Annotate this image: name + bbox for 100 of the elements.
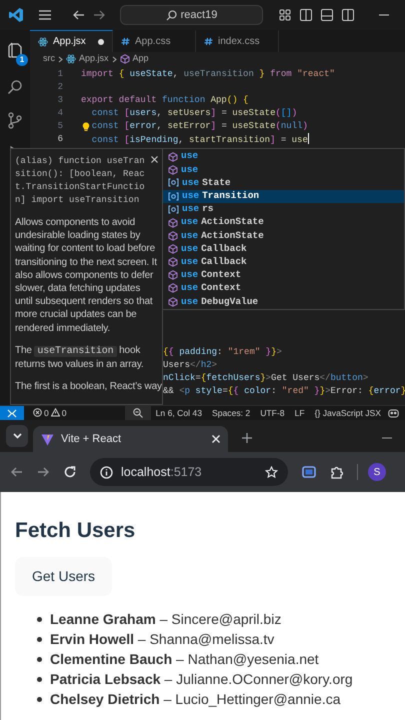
suggestion-item[interactable]: use Callback [163, 256, 404, 269]
suggestion-item[interactable]: use ActionState [163, 216, 404, 230]
bullet-icon [37, 676, 42, 682]
atom-icon [38, 36, 48, 46]
editor-tab[interactable]: index.css [196, 30, 279, 52]
suggestion-item[interactable]: use Context [163, 282, 404, 296]
files-icon[interactable] [7, 41, 23, 58]
reload-icon[interactable] [64, 466, 76, 478]
line-number: 2 [56, 81, 64, 94]
cube-icon [168, 218, 178, 228]
warning-count: 0 [62, 406, 67, 420]
line-number: 3 [56, 94, 64, 107]
indentation-status[interactable]: Spaces: 2 [206, 406, 256, 420]
line-number: 5 [56, 120, 64, 133]
zoom-icon [132, 408, 143, 418]
close-icon[interactable] [151, 156, 158, 163]
cube-icon [120, 54, 130, 64]
lightbulb-icon[interactable] [82, 122, 90, 132]
forward-arrow-icon[interactable] [93, 9, 106, 21]
line-ending-status[interactable]: LF [290, 406, 310, 420]
error-icon [33, 408, 42, 418]
address-bar[interactable]: localhost:5173 [90, 458, 288, 486]
user-entry: Clementine Bauch – Nathan@yesenia.net [50, 650, 319, 669]
suggestion-item[interactable]: use State [163, 176, 404, 190]
code-line: const [isPending, startTransition] = use [92, 133, 309, 146]
suggestion-item[interactable]: use ActionState [163, 229, 404, 242]
suggestion-item[interactable]: use DebugValue [163, 295, 404, 308]
variable-icon [168, 178, 179, 188]
user-entry: Ervin Howell – Shanna@melissa.tv [50, 630, 274, 649]
chevron-icon [58, 56, 63, 62]
suggestion-item[interactable]: use [163, 150, 404, 164]
warning-icon [50, 408, 60, 418]
side-panel-icon[interactable] [342, 9, 354, 21]
editor-tab[interactable]: App.jsx [30, 30, 113, 52]
code-line: export default function App() { [81, 94, 248, 107]
line-number: 4 [56, 107, 64, 120]
bottom-panel-icon[interactable] [321, 9, 333, 21]
get-users-button[interactable]: Get Users [15, 557, 112, 596]
code-line: nClick={fetchUsers}>Get Users</button> [163, 372, 368, 385]
source-control-icon[interactable] [7, 112, 23, 129]
breadcrumb-item[interactable]: src [43, 52, 55, 66]
doc-paragraph: The useTransition hook returns two values in an array. [15, 344, 145, 372]
zoom-button[interactable] [124, 406, 151, 420]
triangle-logo-icon [41, 432, 54, 446]
cube-icon [168, 283, 178, 294]
line-number: 1 [56, 68, 64, 81]
info-icon[interactable] [100, 466, 113, 478]
code-line: import { useState, useTransition } from "react" [81, 68, 335, 81]
doc-paragraph: Allows components to avoid undesirable loading states by waiting for content to load before transitioning to the next screen. It also allows components to defer slower, data fetching updates until subsequent renders so that more crucial updates can be rendered immediately. [15, 216, 158, 335]
encoding-status[interactable]: UTF-8 [255, 406, 290, 420]
code-line: const [users, setUsers] = useState([]) [92, 107, 298, 120]
menu-icon[interactable] [38, 9, 52, 21]
function-signature: (alias) function useTransition(): [boolean, React.TransitionStartFunction] import useTransition [15, 155, 145, 207]
sidebar-panel-icon[interactable] [300, 9, 312, 21]
puzzle-icon[interactable] [330, 466, 343, 478]
cube-icon [168, 270, 178, 280]
window-icon[interactable] [302, 466, 316, 478]
remote-button[interactable] [0, 406, 24, 420]
search-icon [166, 10, 177, 20]
forward-arrow-icon[interactable] [37, 466, 50, 478]
code-line: && <p style={{ color: "red" }}>Error: {error} [163, 385, 405, 398]
minimize-icon[interactable] [379, 14, 389, 16]
tab-search-button[interactable] [6, 425, 28, 447]
cube-icon [168, 230, 178, 241]
search-field[interactable]: react19 [120, 5, 263, 25]
suggestion-item[interactable]: use Transition [163, 190, 404, 203]
close-icon[interactable] [212, 435, 220, 443]
browser-tab[interactable]: Vite + React [33, 426, 228, 452]
unsaved-dot-icon [98, 38, 104, 44]
line-number: 6 [56, 133, 64, 146]
bullet-icon [37, 696, 42, 702]
profile-avatar[interactable]: S [368, 463, 386, 481]
minimize-icon[interactable] [382, 437, 392, 439]
new-tab-icon[interactable] [242, 433, 252, 443]
cube-icon [168, 152, 178, 162]
suggestion-item[interactable]: use Context [163, 268, 404, 282]
code-line: const [error, setError] = useState(null) [92, 120, 308, 133]
bullet-icon [37, 616, 42, 622]
atom-icon [66, 54, 76, 64]
variable-icon [168, 204, 179, 214]
breadcrumb-item[interactable]: App [132, 52, 149, 66]
language-status[interactable]: {} JavaScript JSX [310, 406, 386, 420]
cursor-position[interactable]: Ln 6, Col 43 [150, 406, 207, 420]
suggestion-item[interactable]: use [163, 163, 404, 176]
suggestion-item[interactable]: use rs [163, 202, 404, 216]
goggles-icon[interactable] [388, 408, 399, 418]
cube-icon [168, 244, 178, 254]
editor-tab[interactable]: App.css [113, 30, 196, 52]
breadcrumb-item[interactable]: App.jsx [79, 52, 109, 66]
problems-status[interactable]: 0 0 [28, 406, 72, 420]
back-arrow-icon[interactable] [72, 9, 85, 21]
star-icon[interactable] [265, 466, 278, 478]
url-text: localhost:5173 [121, 464, 202, 481]
layout-icon[interactable] [279, 9, 291, 21]
user-entry: Patricia Lebsack – Julianne.OConner@kory.org [50, 670, 353, 689]
search-icon[interactable] [7, 79, 23, 95]
suggestion-item[interactable]: use Callback [163, 242, 404, 256]
variable-icon [168, 192, 179, 201]
bullet-icon [37, 636, 42, 642]
chevron-down-icon [12, 433, 22, 439]
